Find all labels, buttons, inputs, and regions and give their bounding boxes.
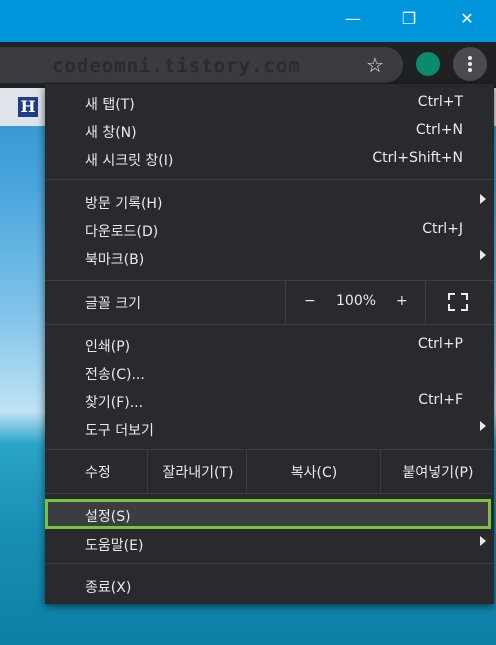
close-button[interactable]: ✕ [452, 6, 482, 32]
menu-item-settings[interactable]: 설정(S) [45, 502, 494, 530]
zoom-label: 글꼴 크기 [85, 296, 141, 312]
zoom-out-button[interactable]: − [304, 293, 316, 309]
menu-item-label: 새 탭(T) [85, 97, 135, 113]
menu-item-help[interactable]: 도움말(E) [45, 531, 494, 559]
chrome-main-menu: 새 탭(T) Ctrl+T 새 창(N) Ctrl+N 새 시크릿 창(I) C… [45, 84, 494, 604]
submenu-arrow-icon [480, 536, 486, 546]
menu-separator [45, 563, 494, 564]
menu-item-shortcut: Ctrl+F [418, 392, 463, 408]
address-bar[interactable]: codeomni.tistory.com ☆ [0, 47, 403, 83]
zoom-in-button[interactable]: + [396, 293, 408, 309]
kebab-dot [468, 68, 472, 72]
star-icon[interactable]: ☆ [366, 53, 384, 77]
zoom-row: 글꼴 크기 − 100% + [45, 281, 494, 324]
menu-separator [45, 493, 494, 494]
menu-item-history[interactable]: 방문 기록(H) [45, 189, 494, 217]
menu-item-cast[interactable]: 전송(C)... [45, 360, 494, 388]
more-menu-button[interactable] [453, 47, 487, 81]
browser-toolbar: codeomni.tistory.com ☆ [0, 42, 496, 88]
menu-item-print[interactable]: 인쇄(P) Ctrl+P [45, 332, 494, 360]
zoom-level: 100% [336, 293, 377, 309]
menu-item-shortcut: Ctrl+P [417, 336, 463, 352]
menu-item-label: 찾기(F)... [85, 395, 144, 411]
zoom-divider [425, 281, 426, 324]
paste-button[interactable]: 붙여넣기(P) [382, 462, 494, 482]
profile-avatar[interactable] [416, 52, 440, 76]
edit-divider [147, 450, 148, 493]
menu-item-find[interactable]: 찾기(F)... Ctrl+F [45, 388, 494, 416]
menu-item-label: 새 창(N) [85, 125, 137, 141]
minimize-button[interactable]: — [338, 6, 368, 32]
fullscreen-icon[interactable] [448, 293, 468, 311]
menu-item-shortcut: Ctrl+T [417, 94, 463, 110]
edit-label: 수정 [85, 465, 111, 481]
address-text: codeomni.tistory.com [52, 55, 301, 77]
menu-item-new-window[interactable]: 새 창(N) Ctrl+N [45, 118, 494, 146]
menu-item-label: 북마크(B) [85, 252, 145, 268]
menu-item-label: 전송(C)... [85, 367, 145, 383]
menu-item-label: 도움말(E) [85, 538, 144, 554]
edit-row: 수정 잘라내기(T) 복사(C) 붙여넣기(P) [45, 450, 494, 493]
title-bar: — ❐ ✕ [0, 0, 496, 42]
menu-item-label: 다운로드(D) [85, 224, 159, 240]
restore-button[interactable]: ❐ [394, 6, 424, 32]
submenu-arrow-icon [480, 250, 486, 260]
menu-item-more-tools[interactable]: 도구 더보기 [45, 416, 494, 444]
kebab-dot [468, 62, 472, 66]
menu-separator [45, 324, 494, 325]
bookmark-favicon[interactable]: H [18, 97, 38, 117]
menu-item-exit[interactable]: 종료(X) [45, 573, 494, 601]
menu-separator [45, 179, 494, 180]
copy-button[interactable]: 복사(C) [248, 462, 380, 482]
menu-item-label: 방문 기록(H) [85, 196, 163, 212]
edit-divider [246, 450, 247, 493]
menu-item-label: 새 시크릿 창(I) [85, 153, 174, 169]
menu-item-shortcut: Ctrl+N [415, 122, 463, 138]
menu-item-new-tab[interactable]: 새 탭(T) Ctrl+T [45, 90, 494, 118]
menu-item-incognito[interactable]: 새 시크릿 창(I) Ctrl+Shift+N [45, 146, 494, 174]
submenu-arrow-icon [480, 194, 486, 204]
cut-button[interactable]: 잘라내기(T) [150, 462, 246, 482]
zoom-divider [285, 281, 286, 324]
menu-item-shortcut: Ctrl+J [422, 221, 463, 237]
menu-item-label: 도구 더보기 [85, 423, 154, 439]
menu-item-label: 종료(X) [85, 580, 132, 596]
menu-item-label: 설정(S) [85, 509, 131, 525]
submenu-arrow-icon [480, 421, 486, 431]
menu-item-bookmarks[interactable]: 북마크(B) [45, 245, 494, 273]
menu-item-label: 인쇄(P) [85, 339, 131, 355]
kebab-icon [468, 56, 472, 60]
edit-divider [380, 450, 381, 493]
menu-item-shortcut: Ctrl+Shift+N [372, 150, 463, 166]
menu-item-downloads[interactable]: 다운로드(D) Ctrl+J [45, 217, 494, 245]
